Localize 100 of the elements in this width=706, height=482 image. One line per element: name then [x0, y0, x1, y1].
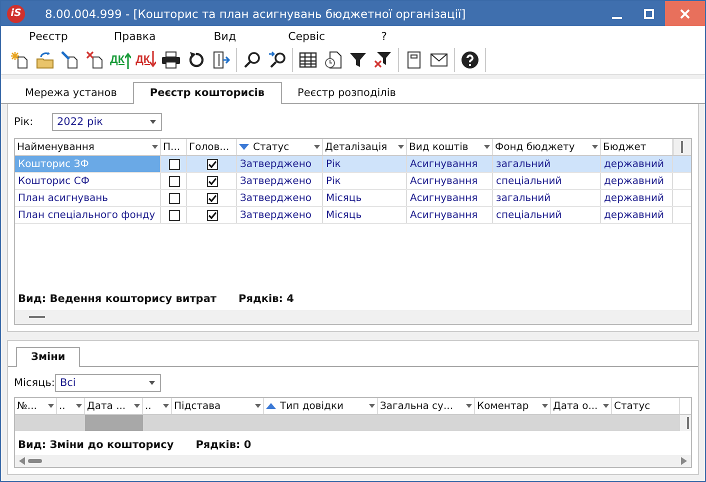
column-header[interactable]: Вид коштів	[407, 139, 493, 155]
open-folder-icon	[36, 51, 54, 69]
scroll-right-icon[interactable]	[681, 457, 687, 465]
caret-icon	[150, 120, 156, 124]
table-cell: державний	[604, 192, 664, 204]
table-cell: Асигнування	[410, 192, 478, 204]
column-header[interactable]: Фонд бюджету	[493, 139, 601, 155]
menu-item[interactable]: Сервіс	[288, 30, 326, 42]
table-cell: Місяць	[326, 192, 362, 204]
column-header[interactable]: ..	[143, 398, 172, 414]
column-header[interactable]: Голов...	[187, 139, 237, 155]
column-header[interactable]: Дата о...	[551, 398, 612, 414]
table-row[interactable]: План асигнувань Затверджено Місяць Асигнування загальний державний	[15, 190, 691, 207]
view-label: Вид: Зміни до кошторису	[18, 439, 174, 451]
table-cell: Затверджено	[240, 210, 312, 220]
down-arrow-icon	[150, 51, 156, 69]
checkbox[interactable]	[206, 176, 218, 186]
checkbox[interactable]	[168, 158, 180, 170]
maximize-icon	[644, 8, 654, 18]
toolbar-button[interactable]: ДК	[109, 49, 132, 71]
table-cell: загальний	[496, 158, 551, 170]
checkbox[interactable]	[206, 210, 218, 220]
table-row[interactable]: План спеціального фонду Затверджено Місяць Асигнування спеціальний державний	[15, 207, 691, 224]
menu-item[interactable]: Реєстр	[29, 30, 68, 42]
month-dropdown[interactable]: Всі	[54, 374, 161, 392]
scrollbar-thumb[interactable]	[29, 316, 45, 318]
table-cell: Рік	[326, 176, 341, 186]
column-header[interactable]: №...	[15, 398, 57, 414]
up-arrow-icon	[124, 51, 131, 69]
toolbar-button[interactable]	[459, 49, 482, 71]
checkbox[interactable]	[168, 176, 180, 186]
table-cell: державний	[604, 176, 664, 186]
toolbar-button[interactable]	[160, 49, 182, 71]
grid-icon	[299, 51, 318, 69]
dk-label: ДК	[136, 54, 150, 66]
column-header[interactable]: Статус	[237, 139, 323, 155]
table-cell: Асигнування	[410, 210, 478, 220]
toolbar-button[interactable]: ДК	[134, 49, 158, 71]
table-cell: Кошторис ЗФ	[18, 158, 89, 170]
table-cell: загальний	[496, 192, 551, 204]
checkbox[interactable]	[168, 192, 180, 204]
search-icon	[243, 51, 262, 69]
table-row[interactable]: Кошторис ЗФ Затверджено Рік Асигнування загальний державний	[15, 156, 691, 173]
year-label: Рік:	[14, 116, 34, 128]
refresh-icon	[187, 51, 206, 69]
menu-item[interactable]: Правка	[114, 30, 156, 42]
row-count: Рядків: 0	[196, 439, 252, 451]
table-cell: Рік	[326, 158, 341, 170]
tab[interactable]: Реєстр розподілів	[282, 83, 412, 103]
column-header[interactable]: Найменування	[15, 139, 161, 155]
mail-icon	[430, 51, 448, 69]
column-header[interactable]: Дата ...	[85, 398, 143, 414]
window-title: 8.00.004.999 - [Кошторис та план асигнувань бюджетної організації]	[45, 6, 466, 20]
table-cell: спеціальний	[496, 176, 562, 186]
table-cell: Асигнування	[410, 176, 478, 186]
clock-document-icon	[324, 51, 342, 69]
edit-document-icon	[61, 51, 79, 69]
column-header[interactable]: Деталізація	[323, 139, 407, 155]
table-cell: План спеціального фонду	[18, 210, 156, 220]
close-button[interactable]	[665, 1, 705, 26]
table-row[interactable]: Кошторис СФ Затверджено Рік Асигнування спеціальний державний	[15, 173, 691, 190]
app-logo: iS	[7, 4, 25, 22]
filter-icon	[349, 51, 368, 69]
menu-item[interactable]: Вид	[214, 30, 236, 42]
caret-icon	[148, 381, 155, 385]
dk-label: ДК	[110, 54, 125, 66]
checkbox[interactable]	[168, 210, 180, 220]
table-cell: спеціальний	[496, 210, 562, 220]
column-header[interactable]: Коментар	[475, 398, 551, 414]
tab[interactable]: Реєстр кошторисів	[132, 82, 282, 104]
checkbox[interactable]	[206, 158, 218, 170]
table-cell: Затверджено	[240, 176, 312, 186]
column-header[interactable]: Статус	[612, 398, 680, 414]
delete-document-icon	[86, 51, 104, 69]
note-icon	[405, 51, 424, 69]
column-header[interactable]: Тип довідки	[264, 398, 378, 414]
column-header[interactable]: Підстава	[172, 398, 264, 414]
clear-filter-icon	[374, 51, 392, 69]
horizontal-scrollbar[interactable]	[15, 455, 691, 467]
table-cell: Місяць	[326, 210, 362, 220]
view-label: Вид: Ведення кошторису витрат	[18, 293, 216, 305]
column-header[interactable]: Загальна су...	[378, 398, 475, 414]
row-count: Рядків: 4	[238, 293, 294, 305]
scrollbar[interactable]	[673, 139, 691, 155]
column-header[interactable]: П...	[161, 139, 187, 155]
scroll-left-icon[interactable]	[19, 457, 25, 465]
help-icon	[461, 51, 480, 69]
table-cell: Затверджено	[240, 192, 312, 204]
checkbox[interactable]	[206, 192, 218, 204]
year-dropdown[interactable]: 2022 рік	[52, 113, 162, 131]
table-cell: Затверджено	[240, 158, 312, 170]
new-document-icon	[11, 51, 29, 69]
printer-icon	[161, 51, 182, 69]
table-cell: Кошторис СФ	[18, 176, 90, 186]
toolbar-button[interactable]	[322, 49, 344, 71]
menu-item[interactable]: ?	[381, 30, 387, 42]
tab[interactable]: Мережа установ	[9, 83, 133, 103]
tab[interactable]: Зміни	[16, 347, 80, 367]
column-header[interactable]: ..	[57, 398, 85, 414]
month-label: Місяць:	[14, 377, 55, 389]
